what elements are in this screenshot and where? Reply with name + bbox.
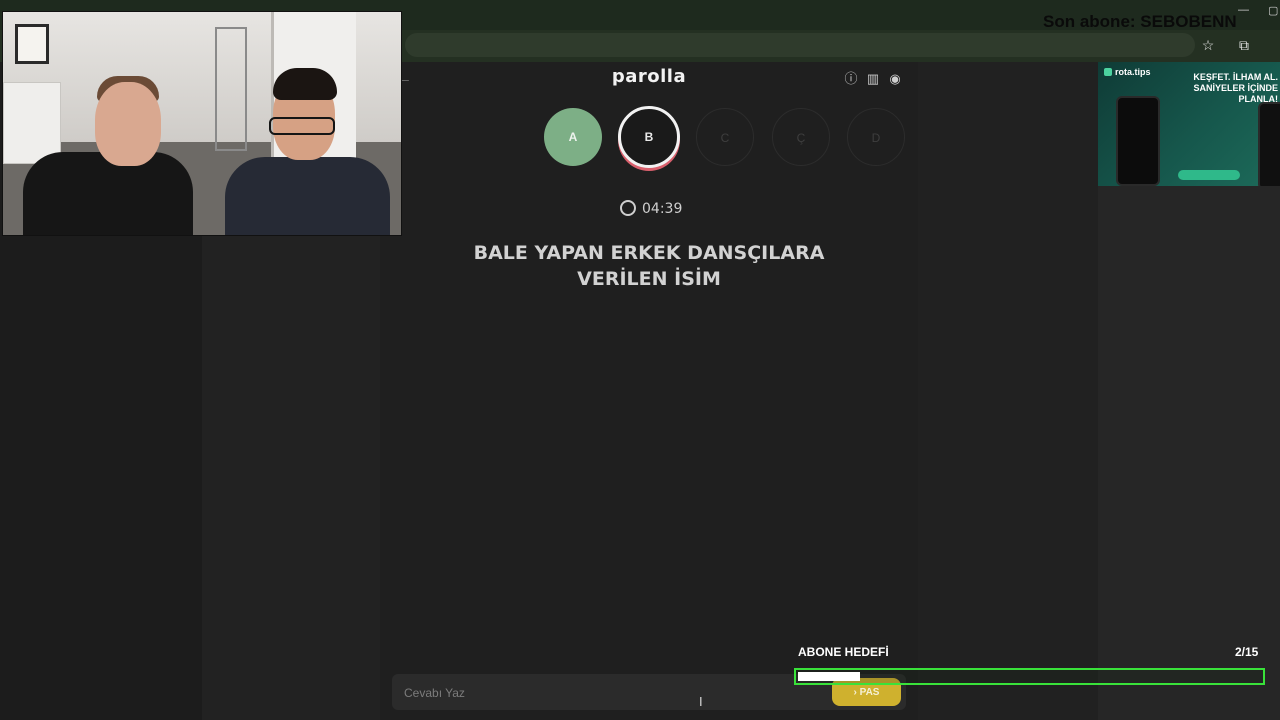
subscriber-goal-fill [798, 672, 860, 681]
letter-a: A [544, 108, 602, 166]
phone-mockup-image [1116, 96, 1160, 186]
wall-frame-image [15, 24, 49, 64]
maximize-icon[interactable]: ▢ [1268, 4, 1278, 17]
pass-label: PAS [859, 686, 880, 698]
question-line-1: BALE YAPAN ERKEK DANSÇILARA [473, 242, 825, 264]
timer-value: 04:39 [642, 201, 683, 217]
sidebar-background [1098, 186, 1280, 720]
question-text: BALE YAPAN ERKEK DANSÇILARA VERİLEN İSİM [450, 240, 848, 292]
letter-c: C [696, 108, 754, 166]
stats-icon[interactable]: ▥ [865, 71, 881, 87]
webcam-feed [2, 11, 402, 236]
address-bar[interactable] [405, 33, 1195, 57]
question-line-2: VERİLEN İSİM [577, 268, 721, 290]
letter-c-cedilla: Ç [772, 108, 830, 166]
ad-cta-button[interactable] [1178, 170, 1240, 180]
subscriber-goal-bar [794, 668, 1265, 685]
last-subscriber-text: Son abone: SEBOBENN [1043, 12, 1237, 31]
streamer-1-body [23, 152, 193, 235]
ad-title-line-1: KEŞFET. İLHAM AL. [1193, 72, 1278, 82]
ad-logo: rota.tips [1104, 67, 1151, 77]
ad-brand: rota.tips [1115, 67, 1151, 77]
ad-logo-icon [1104, 68, 1112, 76]
streamer-1-head [95, 82, 161, 166]
right-panel [918, 62, 1098, 720]
webcam-shelf [3, 82, 61, 164]
letter-b: B [618, 106, 680, 168]
letter-d: D [847, 108, 905, 166]
advertisement[interactable]: rota.tips KEŞFET. İLHAM AL. SANİYELER İÇ… [1098, 62, 1280, 186]
info-icon[interactable]: ⓘ [843, 71, 859, 87]
phone-mockup-image [1258, 102, 1280, 186]
minimize-icon[interactable]: — [1238, 4, 1249, 16]
streamer-2-hair [273, 68, 337, 100]
ad-title: KEŞFET. İLHAM AL. SANİYELER İÇİNDE PLANL… [1168, 72, 1278, 105]
glasses [269, 117, 335, 135]
timer: 04:39 [620, 200, 682, 217]
star-icon[interactable]: ☆ [1199, 36, 1217, 54]
account-icon[interactable]: ◉ [887, 71, 903, 87]
streamer-2-body [225, 157, 390, 235]
answer-input[interactable] [402, 683, 786, 703]
subscriber-goal-count: 2/15 [1235, 645, 1259, 659]
app-logo: parolla [611, 66, 687, 87]
extensions-icon[interactable]: ⧉ [1235, 36, 1253, 54]
clock-icon [620, 200, 636, 216]
text-cursor-icon: I [699, 694, 703, 709]
subscriber-goal-label: ABONE HEDEFİ [798, 645, 889, 659]
webcam-rack [215, 27, 247, 151]
